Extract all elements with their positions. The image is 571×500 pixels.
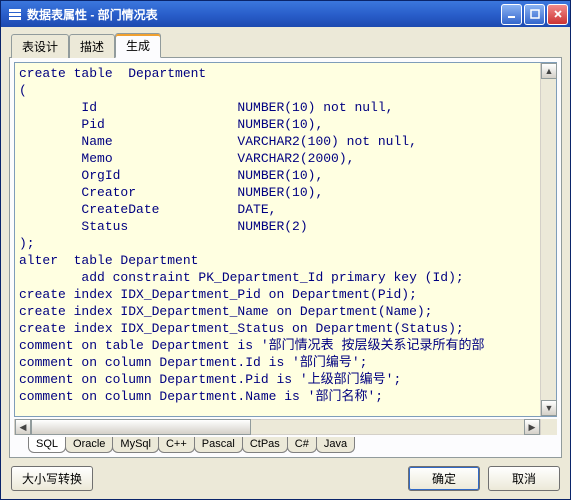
- tab-label: 表设计: [22, 40, 58, 54]
- dialog-window: 数据表属性 - 部门情况表 表设计 描述 生成 create table Dep…: [0, 0, 571, 500]
- window-title: 数据表属性 - 部门情况表: [27, 6, 501, 23]
- scroll-left-arrow[interactable]: ◀: [15, 419, 31, 435]
- lang-tab-ctpas[interactable]: CtPas: [242, 437, 288, 453]
- ok-button[interactable]: 确定: [408, 466, 480, 491]
- lang-tab-pascal[interactable]: Pascal: [194, 437, 243, 453]
- code-viewer: create table Department ( Id NUMBER(10) …: [14, 62, 557, 417]
- code-text[interactable]: create table Department ( Id NUMBER(10) …: [15, 63, 540, 416]
- maximize-button[interactable]: [524, 4, 545, 25]
- lang-tab-oracle[interactable]: Oracle: [65, 437, 113, 453]
- lang-tab-c[interactable]: C++: [158, 437, 195, 453]
- bottom-tabstrip: SQLOracleMySqlC++PascalCtPasC#Java: [14, 437, 557, 453]
- tab-description[interactable]: 描述: [69, 34, 115, 58]
- scroll-thumb[interactable]: [31, 419, 251, 435]
- case-convert-button[interactable]: 大小写转换: [11, 466, 93, 491]
- lang-tab-java[interactable]: Java: [316, 437, 355, 453]
- titlebar[interactable]: 数据表属性 - 部门情况表: [1, 1, 570, 27]
- horizontal-scrollbar[interactable]: ◀ ▶: [14, 419, 541, 435]
- minimize-button[interactable]: [501, 4, 522, 25]
- tab-label: 生成: [126, 39, 150, 53]
- scroll-down-arrow[interactable]: ▼: [541, 400, 557, 416]
- lang-tab-mysql[interactable]: MySql: [112, 437, 159, 453]
- app-icon: [7, 6, 23, 22]
- footer-buttons: 大小写转换 确定 取消: [9, 458, 562, 491]
- scroll-right-arrow[interactable]: ▶: [524, 419, 540, 435]
- tab-generate[interactable]: 生成: [115, 33, 161, 58]
- scroll-up-arrow[interactable]: ▲: [541, 63, 557, 79]
- vertical-scrollbar[interactable]: ▲ ▼: [540, 63, 556, 416]
- close-button[interactable]: [547, 4, 568, 25]
- tab-table-design[interactable]: 表设计: [11, 34, 69, 58]
- client-area: 表设计 描述 生成 create table Department ( Id N…: [1, 27, 570, 499]
- tab-content-pane: create table Department ( Id NUMBER(10) …: [9, 57, 562, 458]
- scroll-corner: [541, 419, 557, 435]
- top-tabstrip: 表设计 描述 生成: [9, 33, 562, 58]
- lang-tab-c[interactable]: C#: [287, 437, 317, 453]
- cancel-button[interactable]: 取消: [488, 466, 560, 491]
- lang-tab-sql[interactable]: SQL: [28, 437, 66, 453]
- tab-label: 描述: [80, 40, 104, 54]
